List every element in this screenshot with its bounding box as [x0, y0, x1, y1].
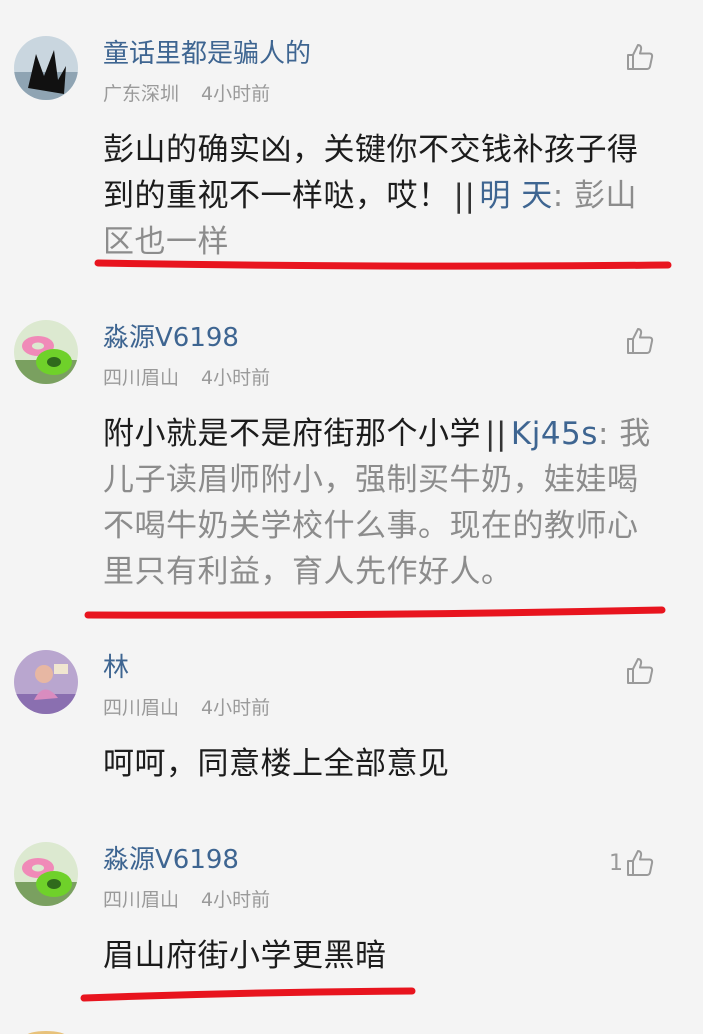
comment-body: 呵呵，同意楼上全部意见 — [103, 741, 663, 787]
avatar-image — [14, 320, 78, 384]
reply-username[interactable]: 明 天 — [479, 178, 552, 214]
thumbs-up-icon — [627, 850, 654, 876]
comment-body: 眉山府街小学更黑暗 — [103, 933, 663, 979]
comment-list: 童话里都是骗人的 广东深圳 4小时前 彭山的确实凶，关键你不交钱补孩子得到的重视不… — [0, 0, 703, 1034]
comment-meta: 四川眉山 4小时前 — [103, 696, 270, 720]
like-button[interactable]: 1 — [609, 848, 655, 878]
reply-separator: || — [453, 178, 476, 214]
location: 四川眉山 — [103, 367, 180, 389]
avatar[interactable] — [14, 36, 78, 100]
next-comment-peek — [27, 1031, 65, 1034]
timestamp: 4小时前 — [201, 889, 271, 911]
like-button[interactable] — [623, 656, 655, 686]
comment-meta: 四川眉山 4小时前 — [103, 888, 270, 912]
username[interactable]: 林 — [103, 652, 129, 684]
location: 四川眉山 — [103, 697, 180, 719]
timestamp: 4小时前 — [201, 83, 271, 105]
comment-body: 彭山的确实凶，关键你不交钱补孩子得到的重视不一样哒，哎！ || 明 天: 彭山区也一… — [103, 127, 663, 265]
avatar[interactable] — [14, 320, 78, 384]
timestamp: 4小时前 — [201, 367, 271, 389]
thumbs-up-icon — [627, 328, 654, 354]
reply-separator: || — [485, 416, 507, 452]
thumbs-up-icon — [627, 44, 654, 70]
comment-meta: 四川眉山 4小时前 — [103, 366, 270, 390]
location: 广东深圳 — [103, 83, 180, 105]
comment-text: 附小就是不是府街那个小学 — [103, 416, 481, 452]
comment-text: 呵呵，同意楼上全部意见 — [103, 746, 450, 782]
username[interactable]: 淼源V6198 — [103, 844, 239, 876]
like-button[interactable] — [623, 326, 655, 356]
avatar-image — [14, 842, 78, 906]
avatar-image — [14, 36, 78, 100]
avatar-image — [14, 650, 78, 714]
like-count: 1 — [609, 850, 623, 876]
reply-username[interactable]: Kj45s — [511, 416, 598, 452]
timestamp: 4小时前 — [201, 697, 271, 719]
comment-body: 附小就是不是府街那个小学 || Kj45s: 我儿子读眉师附小，强制买牛奶，娃娃喝不… — [103, 411, 663, 595]
thumbs-up-icon — [627, 658, 654, 684]
username[interactable]: 童话里都是骗人的 — [103, 38, 311, 70]
comment-text: 眉山府街小学更黑暗 — [103, 938, 387, 974]
like-button[interactable] — [623, 42, 655, 72]
username[interactable]: 淼源V6198 — [103, 322, 239, 354]
avatar[interactable] — [14, 842, 78, 906]
location: 四川眉山 — [103, 889, 180, 911]
avatar[interactable] — [14, 650, 78, 714]
comment-meta: 广东深圳 4小时前 — [103, 82, 270, 106]
